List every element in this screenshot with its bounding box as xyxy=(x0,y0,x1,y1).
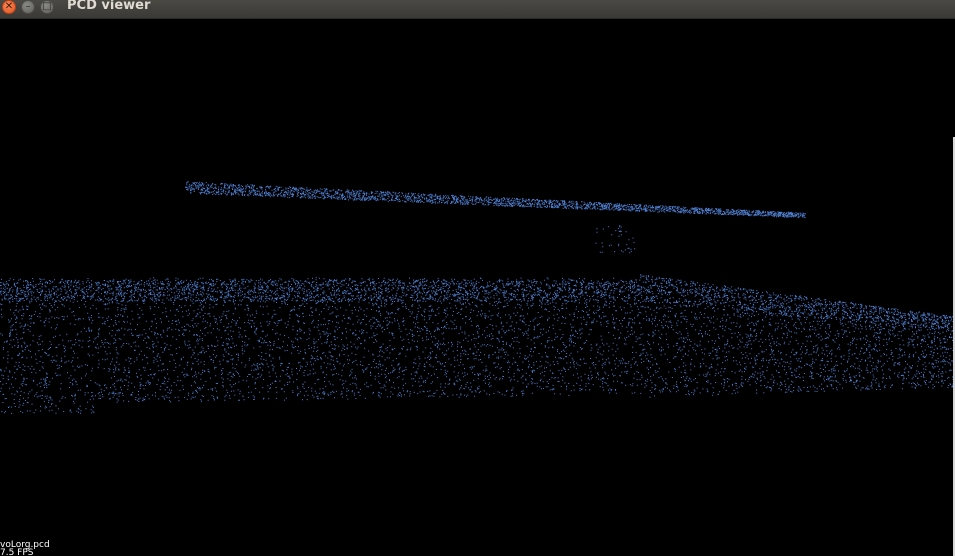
fps-counter: 7.5 FPS xyxy=(0,548,34,556)
maximize-button[interactable]: □ xyxy=(40,0,54,14)
close-button[interactable]: ✕ xyxy=(2,0,16,14)
point-cloud-points xyxy=(0,181,954,414)
minimize-icon: – xyxy=(25,1,31,12)
minimize-button[interactable]: – xyxy=(21,0,35,14)
pcd-viewer-window: ✕ – □ PCD viewer voLorg.pcd 7.5 FPS xyxy=(0,0,955,556)
title-bar[interactable]: ✕ – □ PCD viewer xyxy=(0,0,955,19)
point-cloud-render xyxy=(0,181,954,414)
point-cloud-scatter xyxy=(0,181,954,414)
window-title: PCD viewer xyxy=(67,0,151,13)
point-cloud-viewport[interactable]: voLorg.pcd 7.5 FPS xyxy=(0,19,955,556)
close-icon: ✕ xyxy=(4,1,14,12)
maximize-icon: □ xyxy=(42,1,52,12)
